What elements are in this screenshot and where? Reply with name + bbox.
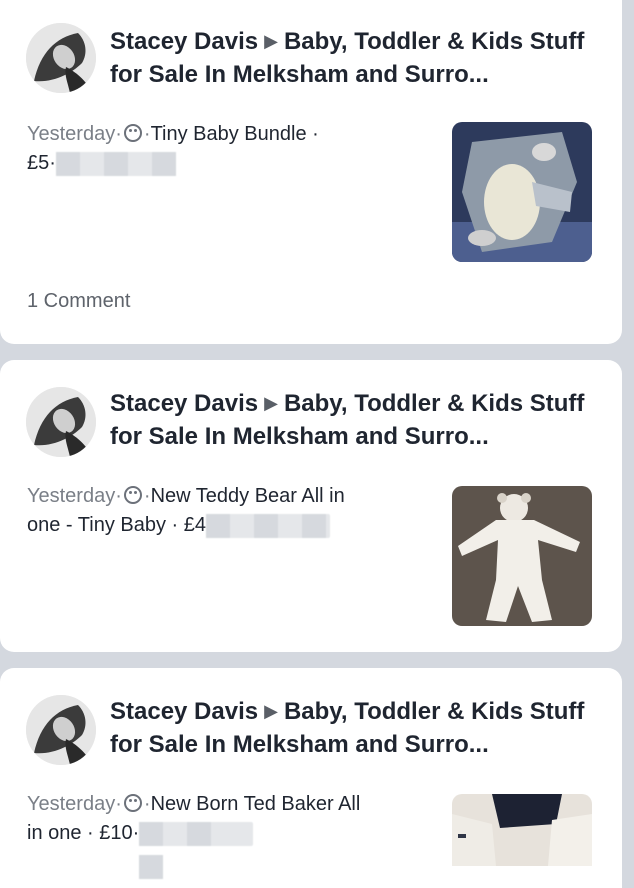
public-audience-icon <box>123 794 142 812</box>
avatar[interactable] <box>26 695 96 765</box>
redacted-block <box>205 513 330 538</box>
author-name[interactable]: Stacey Davis <box>110 390 258 417</box>
post-time[interactable]: Yesterday <box>27 485 115 507</box>
arrow-right-icon: ▶ <box>264 701 278 721</box>
arrow-right-icon: ▶ <box>264 393 278 413</box>
post-text: Yesterday· ·New Born Ted Baker All in one… <box>27 790 432 879</box>
redacted-block <box>139 821 254 879</box>
post-card[interactable]: Stacey Davis ▶ Baby, Toddler & Kids Stuff … <box>0 360 622 652</box>
post-price: one - Tiny Baby · £4 <box>27 514 206 536</box>
post-title: Tiny Baby Bundle · <box>150 123 319 145</box>
baby-bundle-photo[interactable] <box>452 122 592 262</box>
post-text: Yesterday· ·New Teddy Bear All in one - T… <box>27 485 345 538</box>
avatar[interactable] <box>26 23 96 93</box>
post-header: Stacey Davis ▶ Baby, Toddler & Kids Stuff … <box>110 388 610 452</box>
post-header: Stacey Davis ▶ Baby, Toddler & Kids Stuff … <box>110 26 610 90</box>
teddy-onesie-photo[interactable] <box>452 486 592 626</box>
public-audience-icon <box>123 486 142 504</box>
post-title: New Born Ted Baker All <box>150 793 361 815</box>
redacted-block <box>55 151 176 176</box>
post-time[interactable]: Yesterday <box>27 793 115 815</box>
post-text: Yesterday· ·Tiny Baby Bundle · £5· <box>27 123 319 176</box>
arrow-right-icon: ▶ <box>264 31 278 51</box>
comment-count[interactable]: 1 Comment <box>27 290 130 313</box>
ted-baker-onesie-photo[interactable] <box>452 794 592 866</box>
avatar[interactable] <box>26 387 96 457</box>
post-title: New Teddy Bear All in <box>150 485 345 507</box>
post-price: in one · £10· <box>27 822 140 844</box>
author-name[interactable]: Stacey Davis <box>110 698 258 725</box>
post-price: £5· <box>27 152 56 174</box>
post-card[interactable]: Stacey Davis ▶ Baby, Toddler & Kids Stuff … <box>0 0 622 344</box>
post-card[interactable]: Stacey Davis ▶ Baby, Toddler & Kids Stuff … <box>0 668 622 888</box>
public-audience-icon <box>123 124 142 142</box>
author-name[interactable]: Stacey Davis <box>110 28 258 55</box>
feed: Stacey Davis ▶ Baby, Toddler & Kids Stuff … <box>0 0 634 888</box>
post-header: Stacey Davis ▶ Baby, Toddler & Kids Stuff … <box>110 696 610 760</box>
post-time[interactable]: Yesterday <box>27 123 115 145</box>
